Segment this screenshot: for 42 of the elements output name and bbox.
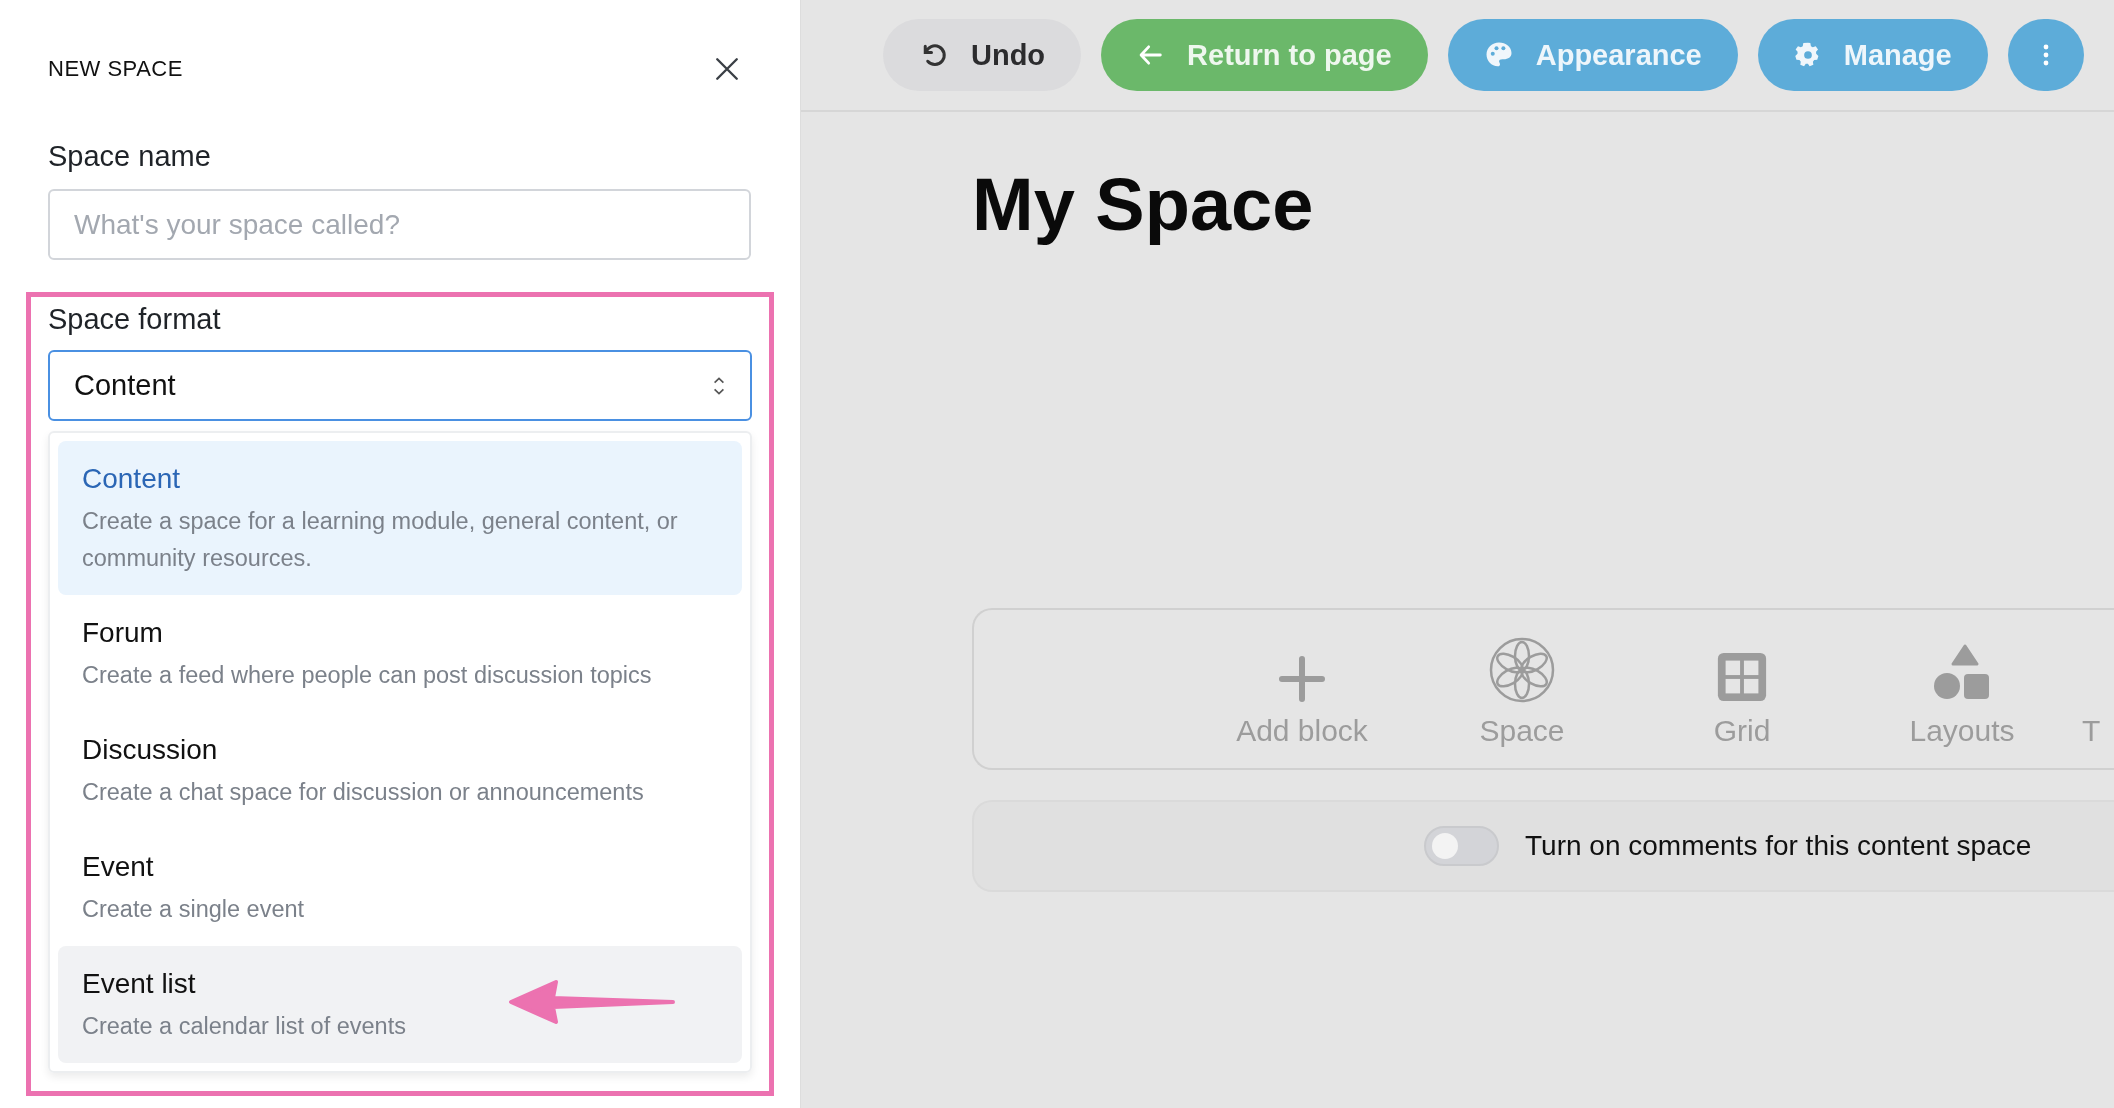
- format-option[interactable]: Discussion Create a chat space for discussion or announcements: [58, 712, 742, 829]
- undo-button[interactable]: Undo: [883, 19, 1082, 91]
- block-label: Space: [1479, 714, 1565, 748]
- format-option[interactable]: Forum Create a feed where people can post discussion topics: [58, 595, 742, 712]
- option-title: Content: [82, 463, 182, 495]
- block-option[interactable]: Add block: [1192, 630, 1412, 748]
- plus-icon: [1277, 654, 1327, 704]
- panel-title: NEW SPACE: [48, 56, 183, 82]
- option-description: Create a chat space for discussion or announcements: [82, 778, 645, 807]
- block-label: Add block: [1236, 714, 1368, 748]
- block-label: T: [2082, 714, 2101, 748]
- comments-toggle[interactable]: [1424, 826, 1499, 866]
- comments-label: Turn on comments for this content space: [1525, 830, 2032, 862]
- page-title: My Space: [972, 162, 1315, 248]
- block-option[interactable]: Grid: [1632, 630, 1852, 748]
- option-description: Create a calendar list of events: [82, 1012, 407, 1041]
- appearance-button[interactable]: Appearance: [1447, 19, 1738, 91]
- format-option[interactable]: Event Create a single event: [58, 829, 742, 946]
- block-option[interactable]: T: [2082, 630, 2106, 748]
- space-name-field[interactable]: What's your space called?: [48, 189, 751, 260]
- close-icon[interactable]: [714, 56, 740, 82]
- option-description: Create a space for a learning module, general content, or community resources.: [82, 507, 679, 573]
- manage-button[interactable]: Manage: [1757, 19, 1988, 91]
- option-title: Forum: [82, 617, 164, 649]
- return-button[interactable]: Return to page: [1101, 19, 1428, 91]
- option-title: Event list: [82, 968, 197, 1000]
- block-option[interactable]: Layouts: [1852, 630, 2072, 748]
- block-label: Layouts: [1909, 714, 2015, 748]
- format-option[interactable]: Content Create a space for a learning module, general content, or community resources.: [58, 441, 742, 595]
- option-title: Discussion: [82, 734, 219, 766]
- block-label: Grid: [1713, 714, 1771, 748]
- format-select[interactable]: Content: [48, 350, 752, 421]
- option-description: Create a single event: [82, 895, 306, 924]
- block-option[interactable]: Space: [1412, 630, 1632, 748]
- more-icon: [2041, 43, 2050, 67]
- option-description: Create a feed where people can post discussion topics: [82, 661, 653, 690]
- grid-icon: [1715, 650, 1769, 704]
- option-title: Event: [82, 851, 155, 883]
- format-option[interactable]: Event list Create a calendar list of events: [58, 946, 742, 1063]
- flower-icon: [1488, 636, 1556, 704]
- field-label: Space format: [48, 303, 222, 336]
- field-label: Space name: [48, 140, 212, 173]
